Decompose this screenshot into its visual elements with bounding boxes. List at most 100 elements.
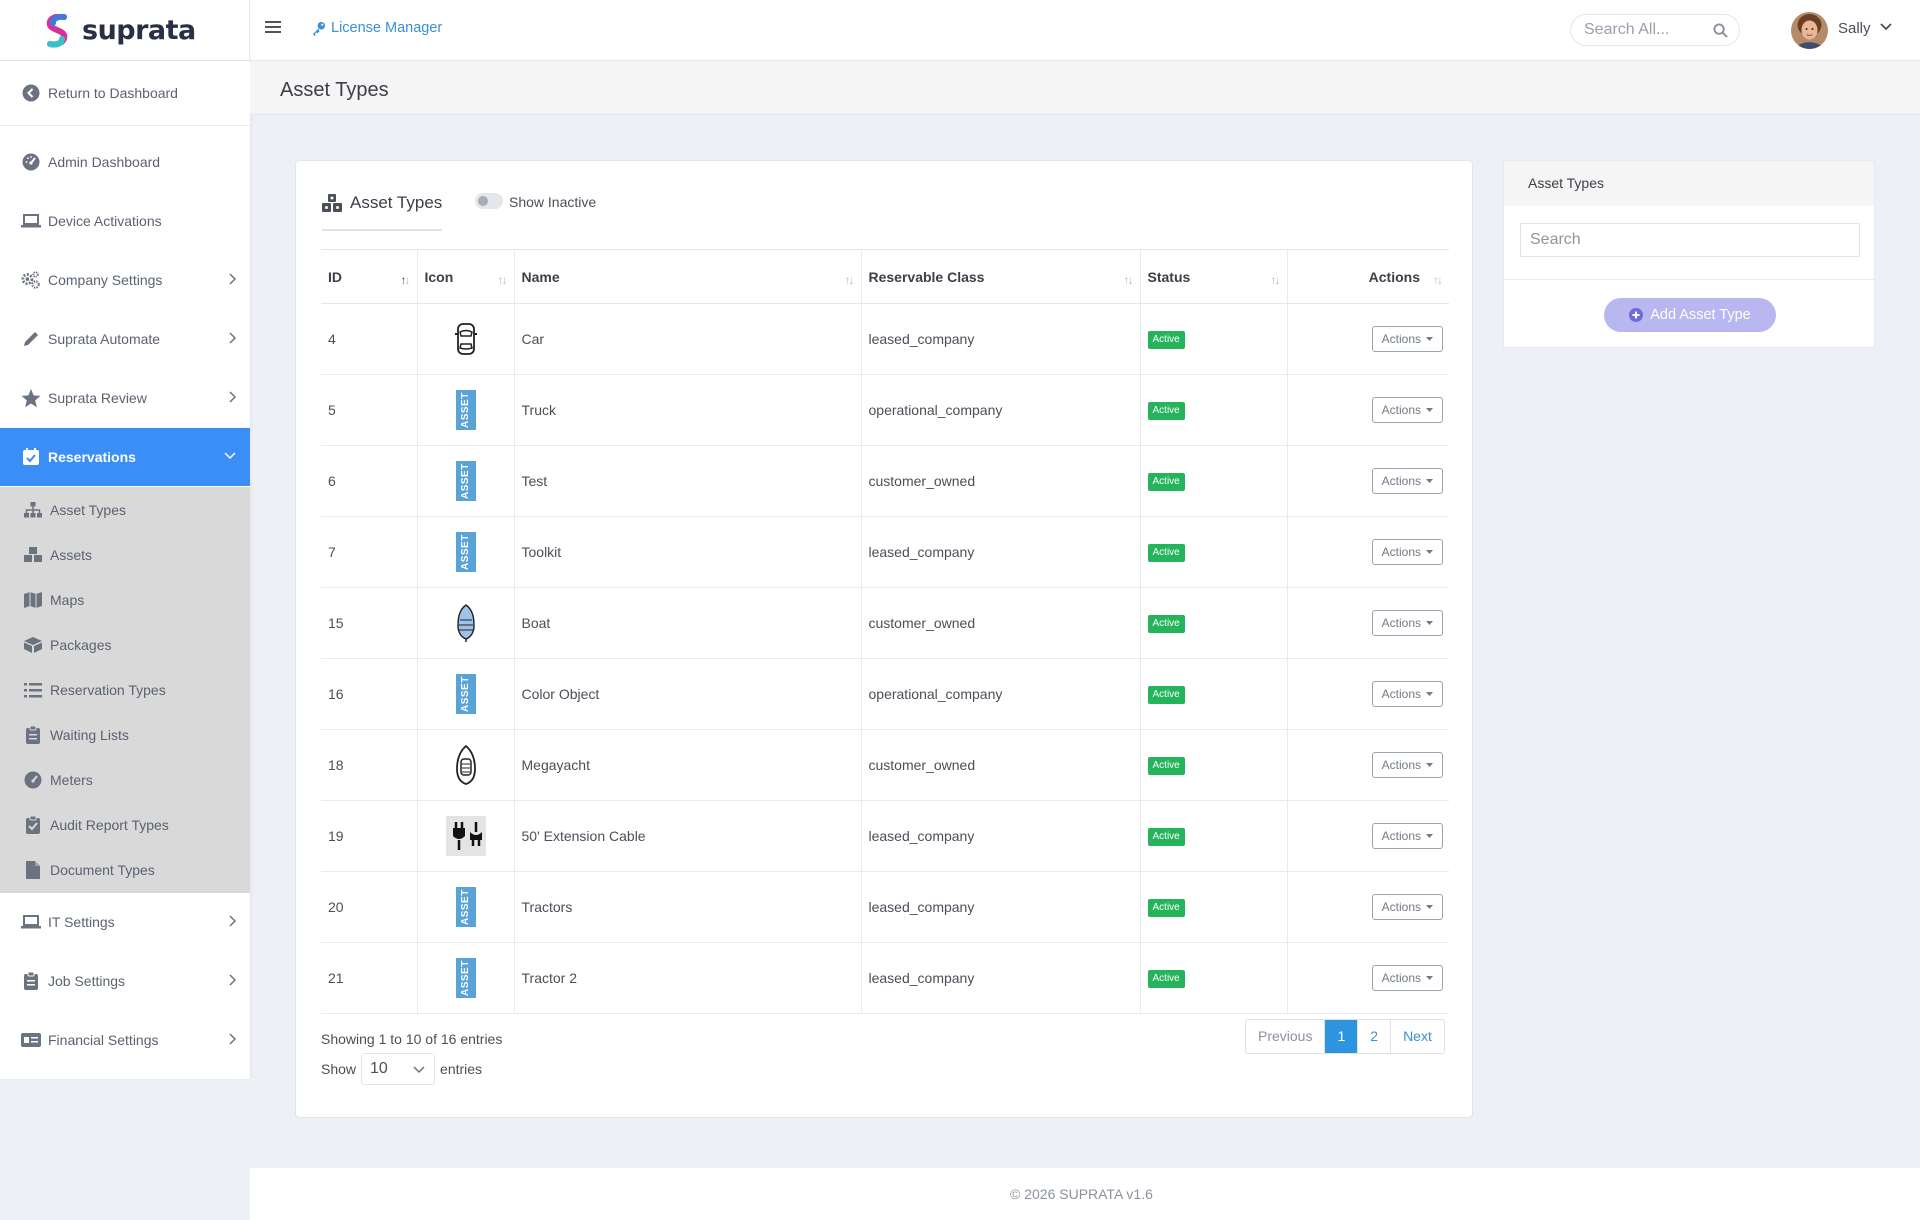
status-badge: Active xyxy=(1147,970,1185,988)
column-header-actions[interactable]: Actions ↑↓ xyxy=(1286,249,1449,304)
cell-reservable-class: leased_company xyxy=(860,942,1140,1014)
sidebar-item-meters[interactable]: Meters xyxy=(0,757,250,802)
sort-icon[interactable]: ↑↓ xyxy=(1271,273,1281,287)
actions-dropdown-button[interactable]: Actions xyxy=(1371,752,1443,778)
sidebar-item-document-types[interactable]: Document Types xyxy=(0,847,250,892)
sidebar-item-audit-report-types[interactable]: Audit Report Types xyxy=(0,802,250,847)
actions-dropdown-button[interactable]: Actions xyxy=(1371,894,1443,920)
cell-status: Active xyxy=(1139,303,1287,375)
sort-icon[interactable]: ↑↓ xyxy=(498,273,508,287)
sidebar-item-assets[interactable]: Assets xyxy=(0,532,250,577)
breadcrumb-license-manager[interactable]: License Manager xyxy=(311,20,442,36)
cell-name: Tractor 2 xyxy=(513,942,861,1014)
show-inactive-label: Show Inactive xyxy=(509,194,597,210)
sidebar-item-it-settings[interactable]: IT Settings xyxy=(0,893,250,951)
cell-name: Boat xyxy=(513,587,861,659)
cell-icon xyxy=(416,729,514,801)
table-row[interactable]: 20 ASSET Tractors leased_company Active … xyxy=(321,871,1449,943)
pagination-next[interactable]: Next xyxy=(1390,1020,1444,1053)
sort-icon[interactable]: ↑↓ xyxy=(401,273,411,287)
boat-icon xyxy=(456,604,476,642)
cell-reservable-class: leased_company xyxy=(860,303,1140,375)
caret-down-icon xyxy=(1426,763,1433,767)
logo[interactable]: suprata xyxy=(0,0,250,61)
table-row[interactable]: 21 ASSET Tractor 2 leased_company Active… xyxy=(321,942,1449,1014)
column-header-reservable-class[interactable]: Reservable Class ↑↓ xyxy=(860,249,1140,304)
sidebar-item-return-dashboard[interactable]: Return to Dashboard xyxy=(0,61,250,125)
column-header-id[interactable]: ID ↑↓ xyxy=(321,249,417,304)
sort-icon[interactable]: ↑↓ xyxy=(1124,273,1134,287)
sort-icon[interactable]: ↑↓ xyxy=(845,273,855,287)
actions-dropdown-button[interactable]: Actions xyxy=(1371,539,1443,565)
menu-toggle-icon[interactable] xyxy=(265,20,283,40)
status-badge: Active xyxy=(1147,899,1185,917)
column-header-name[interactable]: Name ↑↓ xyxy=(513,249,861,304)
table-row[interactable]: 4 Car leased_company Active Actions xyxy=(321,303,1449,375)
sidebar-item-reservations[interactable]: Reservations xyxy=(0,428,250,486)
sidebar-item-admin-dashboard[interactable]: Admin Dashboard xyxy=(0,133,250,191)
page-title: Asset Types xyxy=(280,79,389,101)
sort-icon[interactable]: ↑↓ xyxy=(1433,273,1443,287)
sidebar-item-label: Reservation Types xyxy=(50,681,166,698)
asset-tag-icon: ASSET xyxy=(455,674,476,714)
table-row[interactable]: 19 50' Extension Cable leased_company Ac… xyxy=(321,800,1449,872)
search-icon[interactable] xyxy=(1713,23,1728,38)
table-row[interactable]: 16 ASSET Color Object operational_compan… xyxy=(321,658,1449,730)
table-row[interactable]: 15 Boat customer_owned Active Actions xyxy=(321,587,1449,659)
cell-reservable-class: customer_owned xyxy=(860,587,1140,659)
actions-dropdown-button[interactable]: Actions xyxy=(1371,681,1443,707)
pagination-previous[interactable]: Previous xyxy=(1246,1020,1324,1053)
sidebar-item-reservation-types[interactable]: Reservation Types xyxy=(0,667,250,712)
show-inactive-toggle[interactable] xyxy=(475,193,503,209)
actions-dropdown-button[interactable]: Actions xyxy=(1371,610,1443,636)
panel-search-input[interactable] xyxy=(1521,224,1859,256)
column-header-status[interactable]: Status ↑↓ xyxy=(1139,249,1287,304)
cell-name: Toolkit xyxy=(513,516,861,588)
cell-reservable-class: leased_company xyxy=(860,516,1140,588)
sidebar-item-suprata-automate[interactable]: Suprata Automate xyxy=(0,310,250,368)
sidebar-item-financial-settings[interactable]: Financial Settings xyxy=(0,1011,250,1069)
sidebar-item-label: IT Settings xyxy=(48,914,115,930)
add-asset-type-button[interactable]: Add Asset Type xyxy=(1604,298,1776,332)
chevron-down-icon xyxy=(413,1066,425,1073)
actions-dropdown-button[interactable]: Actions xyxy=(1371,468,1443,494)
actions-dropdown-button[interactable]: Actions xyxy=(1371,823,1443,849)
sidebar-item-company-settings[interactable]: Company Settings xyxy=(0,251,250,309)
actions-dropdown-button[interactable]: Actions xyxy=(1371,965,1443,991)
sidebar-item-job-settings[interactable]: Job Settings xyxy=(0,952,250,1010)
sidebar-item-label: Maps xyxy=(50,591,85,608)
table-row[interactable]: 6 ASSET Test customer_owned Active Actio… xyxy=(321,445,1449,517)
sidebar-item-maps[interactable]: Maps xyxy=(0,577,250,622)
sidebar-item-waiting-lists[interactable]: Waiting Lists xyxy=(0,712,250,757)
cell-actions: Actions xyxy=(1286,303,1449,375)
table-row[interactable]: 5 ASSET Truck operational_company Active… xyxy=(321,374,1449,446)
sidebar-item-packages[interactable]: Packages xyxy=(0,622,250,667)
avatar[interactable] xyxy=(1791,12,1828,49)
user-name[interactable]: Sally xyxy=(1838,20,1871,37)
table-row[interactable]: 7 ASSET Toolkit leased_company Active Ac… xyxy=(321,516,1449,588)
pagination-page-1[interactable]: 1 xyxy=(1324,1020,1358,1053)
sidebar-item-asset-types[interactable]: Asset Types xyxy=(0,487,250,532)
cell-actions: Actions xyxy=(1286,942,1449,1014)
cell-icon xyxy=(416,587,514,659)
asset-types-panel: Asset Types Add Asset Type xyxy=(1503,160,1876,348)
actions-dropdown-button[interactable]: Actions xyxy=(1371,397,1443,423)
pagination-page-2[interactable]: 2 xyxy=(1357,1020,1390,1053)
cell-name: Car xyxy=(513,303,861,375)
page-length-select[interactable]: 10 xyxy=(361,1053,436,1085)
panel-search[interactable] xyxy=(1520,223,1860,257)
sidebar-item-device-activations[interactable]: Device Activations xyxy=(0,192,250,250)
list-icon xyxy=(23,680,43,700)
actions-dropdown-button[interactable]: Actions xyxy=(1371,326,1443,352)
cell-id: 16 xyxy=(321,658,417,730)
cell-icon xyxy=(416,800,514,872)
sidebar-item-suprata-review[interactable]: Suprata Review xyxy=(0,369,250,427)
column-header-icon[interactable]: Icon ↑↓ xyxy=(416,249,514,304)
caret-down-icon xyxy=(1426,905,1433,909)
caret-down-icon xyxy=(1426,337,1433,341)
global-search[interactable] xyxy=(1570,14,1740,46)
table-row[interactable]: 18 Megayacht customer_owned Active Actio… xyxy=(321,729,1449,801)
tab-asset-types[interactable]: Asset Types xyxy=(322,187,443,231)
chevron-down-icon[interactable] xyxy=(1880,23,1892,31)
global-search-input[interactable] xyxy=(1584,21,1714,39)
